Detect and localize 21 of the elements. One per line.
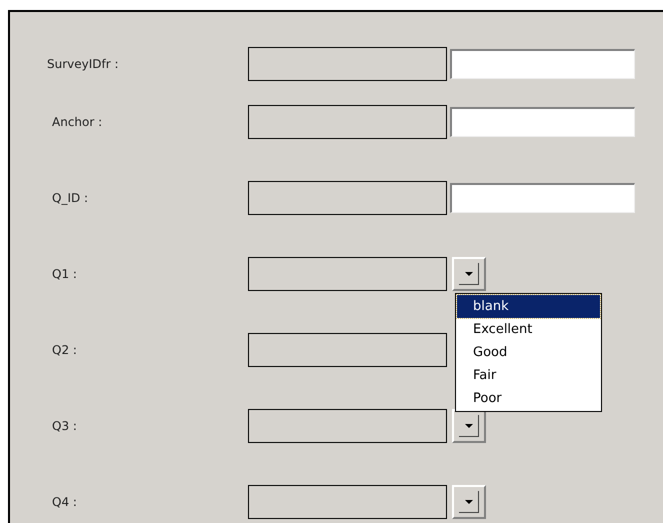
field-label: Anchor : [51, 114, 104, 131]
field-label: Q_ID : [51, 190, 90, 207]
caret-icon [464, 272, 472, 276]
field-label: Q4 : [51, 494, 78, 511]
field-label: SurveyIDfr : [46, 56, 120, 73]
dropdown-button[interactable] [452, 409, 486, 443]
field-label: Q3 : [51, 418, 78, 435]
dropdown-option[interactable]: Fair [457, 364, 600, 387]
dropdown-option[interactable]: Good [457, 341, 600, 364]
field-label: Q1 : [51, 266, 78, 283]
dropdown-option[interactable]: Poor [457, 387, 600, 410]
input-field[interactable] [450, 49, 635, 79]
dropdown-button[interactable] [452, 257, 486, 291]
caret-icon [464, 424, 472, 428]
field-label: Q2 : [51, 342, 78, 359]
dropdown-option[interactable]: blank [457, 295, 600, 318]
dropdown-button[interactable] [452, 485, 486, 519]
input-field[interactable] [450, 107, 635, 137]
dropdown-option[interactable]: Excellent [457, 318, 600, 341]
caret-icon [464, 500, 472, 504]
input-field[interactable] [450, 183, 635, 213]
